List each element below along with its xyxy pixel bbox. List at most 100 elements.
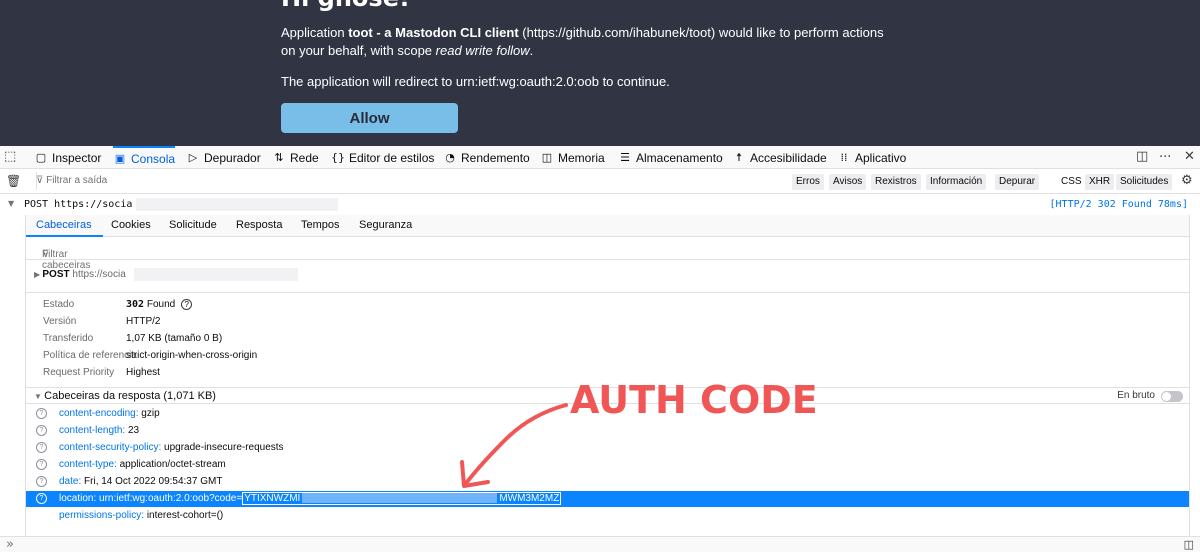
app-name: toot - a Mastodon CLI client [348, 25, 519, 40]
tab-solicitude[interactable]: Solicitude [169, 219, 217, 231]
header-row[interactable]: ? content-length: 23 [26, 423, 1189, 439]
tab-rendemento[interactable]: ◔ Rendemento [443, 146, 530, 169]
help-icon[interactable]: ? [181, 299, 193, 310]
filter-icon: ⊽ [36, 175, 47, 186]
devtools-toolbar: ⬚ ▢ Inspector ▣ Consola ▷ Depurador ⇅ Rede {… [0, 146, 1200, 169]
header-value: gzip [141, 408, 160, 419]
help-icon[interactable]: ? [36, 476, 47, 487]
auth-code-end: MWM3M2MZ [499, 493, 560, 504]
filter-erros[interactable]: Erros [792, 174, 824, 190]
request-status[interactable]: [HTTP/2 302 Found 78ms] [1050, 199, 1188, 210]
tab-resposta[interactable]: Resposta [236, 219, 282, 231]
header-name: content-length: [59, 425, 126, 436]
collapse-arrow-icon: ▼ [34, 392, 45, 401]
info-value: HTTP/2 [126, 316, 161, 327]
info-key: Política de referencia [43, 350, 137, 361]
header-name: permissions-policy: [59, 510, 145, 521]
info-estado: Estado 302 Found? [43, 299, 193, 310]
help-icon[interactable]: ? [36, 459, 47, 470]
filter-avisos[interactable]: Avisos [829, 174, 867, 190]
scope-prefix: on your behalf, with scope [281, 43, 436, 58]
header-row-location[interactable]: ? location: urn:ietf:wg:oauth:2.0:oob?co… [26, 491, 1189, 507]
tab-accesibilidade[interactable]: ☨ Accesibilidade [732, 146, 827, 169]
request-summary[interactable]: ▶ POST https://socia [26, 260, 1189, 293]
console-input-bar[interactable]: » ◫ [0, 536, 1200, 552]
expand-arrow-icon[interactable]: ▼ [8, 199, 14, 208]
chevron-right-icon: » [6, 537, 14, 552]
settings-gear-icon[interactable]: ⚙ [1181, 173, 1193, 188]
tab-label: Almacenamento [636, 150, 723, 165]
status-code: 302 [126, 299, 145, 310]
tab-rede[interactable]: ⇅ Rede [272, 146, 318, 169]
tab-almacenamento[interactable]: ☰ Almacenamento [618, 146, 723, 169]
header-value: 23 [127, 425, 140, 436]
tab-memoria[interactable]: ◫ Memoria [540, 146, 605, 169]
header-row[interactable]: permissions-policy: interest-cohort=() [26, 508, 1189, 524]
help-icon[interactable]: ? [36, 442, 47, 453]
header-name: date: [59, 476, 82, 487]
request-method-url: POST https://socia [24, 199, 133, 210]
tab-depurador[interactable]: ▷ Depurador [186, 146, 261, 169]
split-console-icon[interactable]: ◫ [1184, 538, 1194, 551]
page-heading: Hi ghose! [281, 0, 410, 12]
tab-label: Depurador [204, 150, 261, 165]
dock-icon[interactable]: ◫ [1136, 149, 1148, 164]
accessibility-icon: ☨ [736, 151, 742, 164]
app-request-line-2: on your behalf, with scope read write fo… [281, 43, 533, 58]
tab-consola[interactable]: ▣ Consola [113, 146, 176, 169]
tab-aplicativo[interactable]: ⁞⁞ Aplicativo [837, 146, 907, 169]
info-version: Versión HTTP/2 [43, 316, 160, 327]
raw-toggle[interactable] [1161, 391, 1183, 402]
scope-suffix: . [529, 43, 534, 58]
redacted-url [136, 198, 338, 211]
header-row[interactable]: ? content-security-policy: upgrade-insec… [26, 440, 1189, 456]
network-details-panel: Cabeceiras Cookies Solicitude Resposta T… [25, 215, 1190, 536]
tab-label: Rendemento [461, 150, 530, 165]
tab-seguranza[interactable]: Seguranza [359, 219, 412, 231]
info-value: strict-origin-when-cross-origin [126, 350, 258, 361]
redirect-text: The application will redirect to urn:iet… [281, 74, 670, 89]
application-icon: ⁞⁞ [840, 151, 848, 164]
authorize-page: Hi ghose! Application toot - a Mastodon … [0, 0, 1200, 146]
filter-output-input[interactable]: ⊽ Filtrar a saída [36, 175, 107, 186]
help-icon[interactable]: ? [36, 493, 47, 504]
header-value: upgrade-insecure-requests [164, 442, 284, 453]
header-row[interactable]: ? date: Fri, 14 Oct 2022 09:54:37 GMT [26, 474, 1189, 490]
details-tabs: Cabeceiras Cookies Solicitude Resposta T… [26, 215, 1189, 237]
devtools: ⬚ ▢ Inspector ▣ Consola ▷ Depurador ⇅ Rede {… [0, 146, 1200, 552]
filter-rexistros[interactable]: Rexistros [871, 174, 921, 190]
help-icon[interactable]: ? [36, 408, 47, 419]
tab-cookies[interactable]: Cookies [111, 219, 151, 231]
tab-editor-de-estilos[interactable]: {} Editor de estilos [331, 146, 434, 169]
header-name: content-security-policy: [59, 442, 162, 453]
info-value: Highest [126, 367, 160, 378]
allow-button[interactable]: Allow [281, 103, 458, 133]
help-icon[interactable]: ? [36, 425, 47, 436]
tab-cabeceiras[interactable]: Cabeceiras [36, 219, 92, 231]
auth-code[interactable]: YTIXNWZMI MWM3M2MZ [242, 492, 562, 505]
memory-icon: ◫ [541, 151, 553, 164]
tab-tempos[interactable]: Tempos [301, 219, 340, 231]
element-picker-icon[interactable]: ⬚ [4, 149, 16, 164]
filter-solicitudes[interactable]: Solicitudes [1116, 174, 1173, 190]
filter-depurar[interactable]: Depurar [995, 174, 1040, 190]
more-options-icon[interactable]: ··· [1159, 150, 1171, 165]
header-row[interactable]: ? content-type: application/octet-stream [26, 457, 1189, 473]
tab-inspector[interactable]: ▢ Inspector [34, 146, 102, 169]
info-referrer-policy: Política de referenciastrict-origin-when… [43, 350, 257, 361]
annotation-label: AUTH CODE [570, 378, 818, 422]
filter-informacion[interactable]: Información [926, 174, 987, 190]
filter-css[interactable]: CSS [1057, 174, 1086, 190]
trash-icon[interactable]: 🗑 [6, 174, 21, 188]
header-value: urn:ietf:wg:oauth:2.0:oob?code= [99, 493, 243, 504]
info-value: 1,07 KB (tamaño 0 B) [126, 333, 223, 344]
info-key: Versión [43, 316, 77, 327]
style-editor-icon: {} [331, 151, 345, 164]
response-headers-title: ▼ Cabeceiras da resposta (1,071 KB) [34, 390, 216, 402]
console-request-row[interactable]: ▼ POST https://socia [HTTP/2 302 Found 7… [0, 195, 1200, 215]
headers-filter-input[interactable]: ⊽ Filtrar cabeceiras [26, 237, 1189, 271]
header-name: content-type: [59, 459, 117, 470]
storage-icon: ☰ [620, 151, 630, 164]
close-icon[interactable]: ✕ [1184, 149, 1195, 164]
filter-xhr[interactable]: XHR [1085, 174, 1115, 190]
